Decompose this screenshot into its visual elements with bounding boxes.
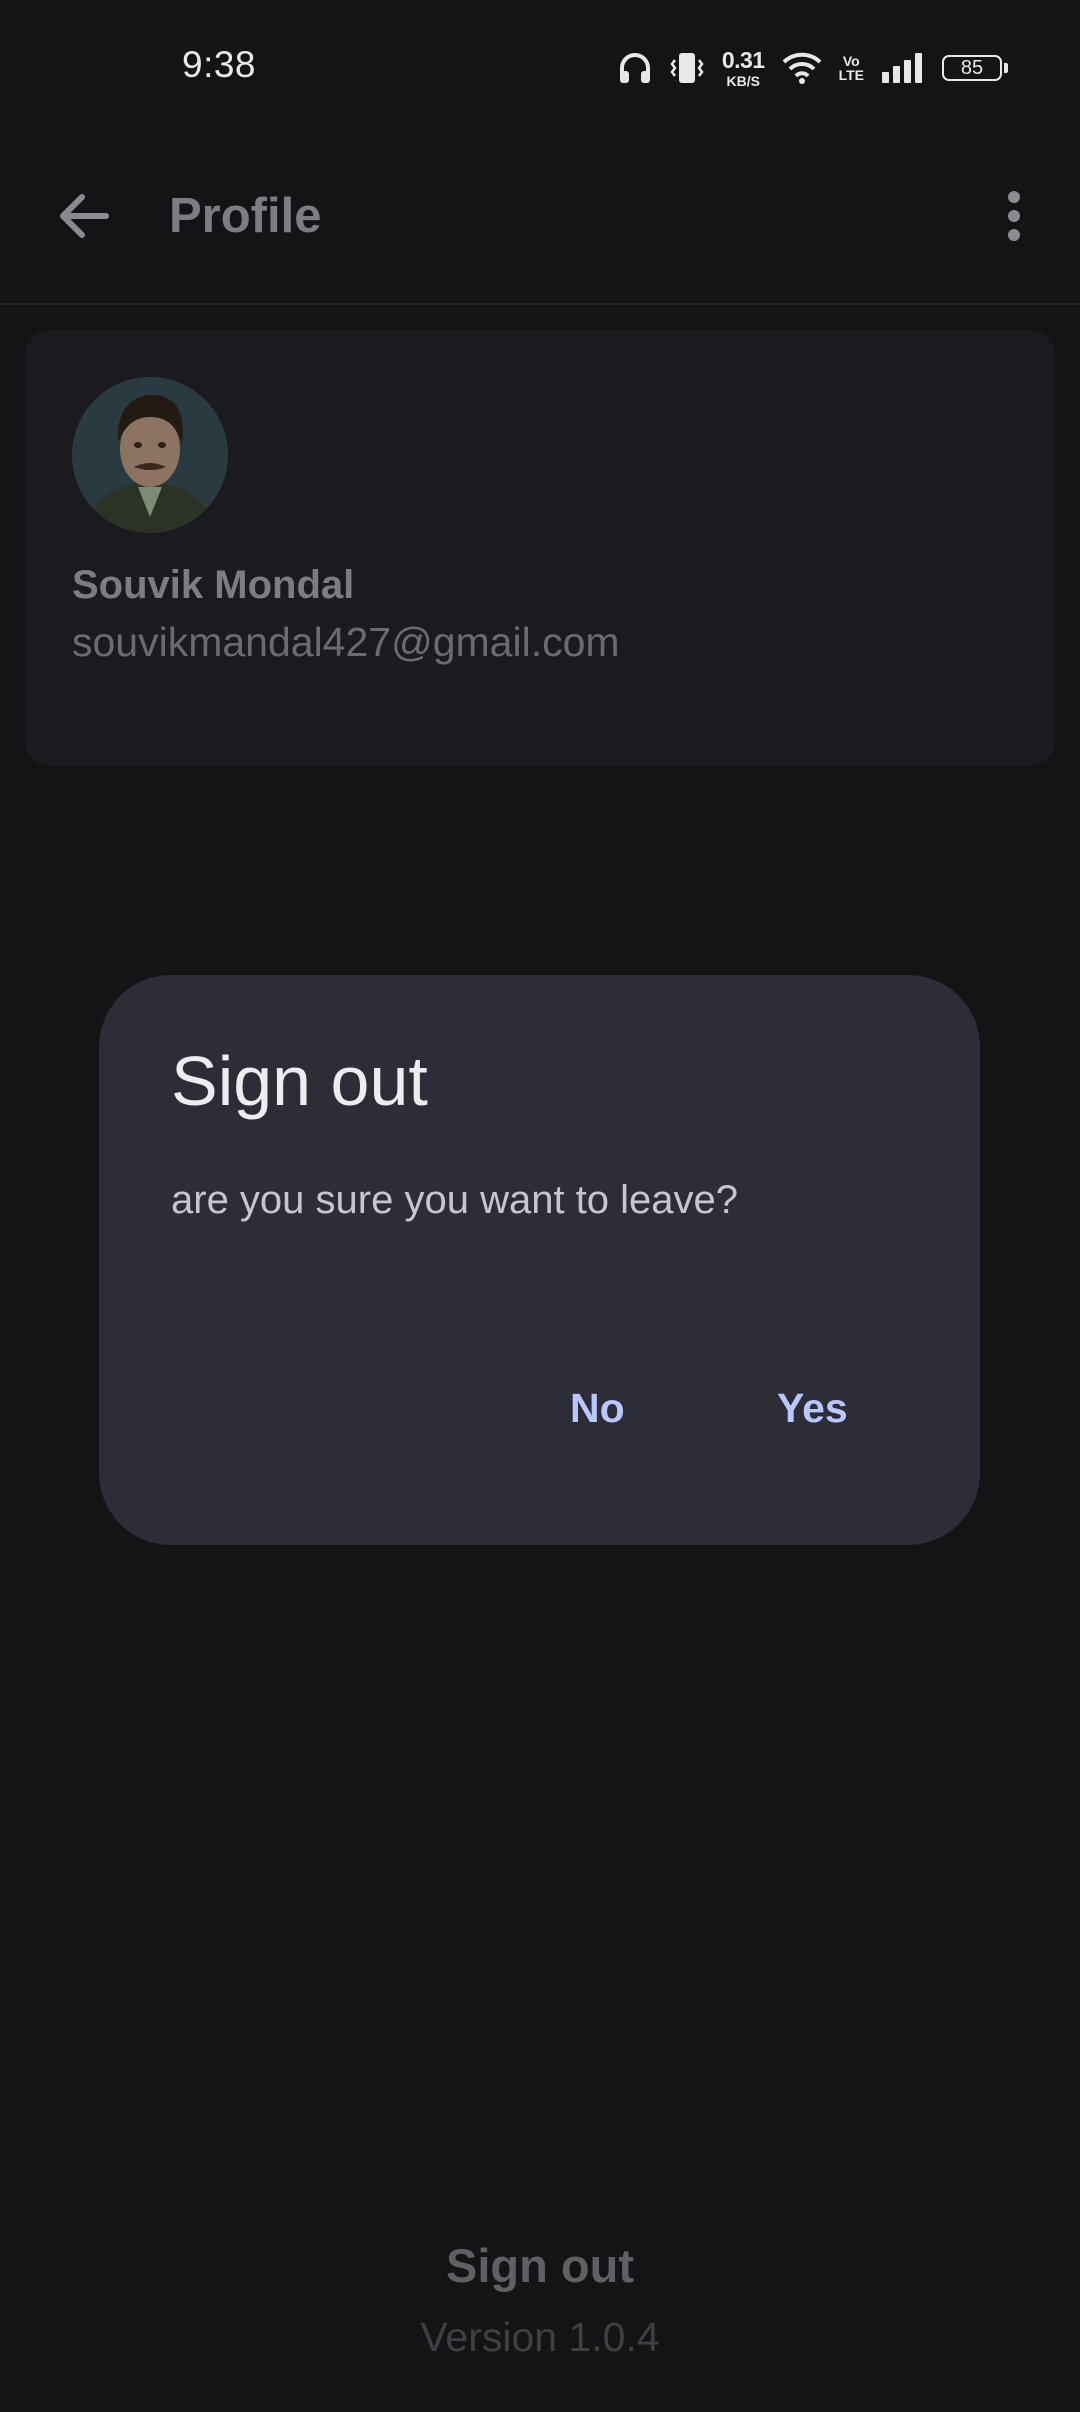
sign-out-dialog: Sign out are you sure you want to leave?…	[99, 975, 980, 1545]
dialog-title: Sign out	[171, 1042, 428, 1120]
dialog-yes-button[interactable]: Yes	[765, 1375, 860, 1442]
dialog-no-button[interactable]: No	[558, 1375, 637, 1442]
dialog-message: are you sure you want to leave?	[171, 1178, 739, 1222]
